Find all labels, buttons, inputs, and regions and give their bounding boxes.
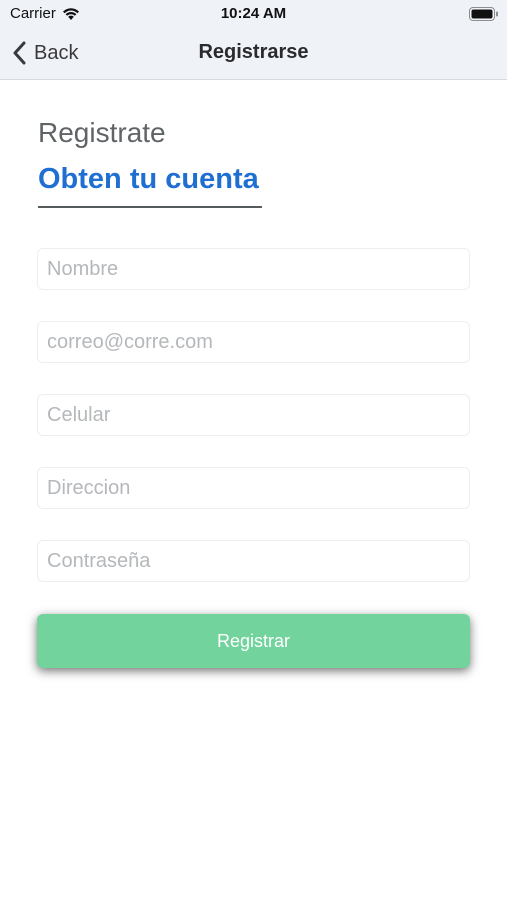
- name-field[interactable]: [37, 248, 470, 290]
- nav-title: Registrarse: [198, 41, 309, 63]
- form-title: Obten tu cuenta: [38, 163, 259, 195]
- status-bar: Carrier 10:24 AM: [0, 0, 507, 28]
- title-underline: [38, 206, 262, 208]
- email-field[interactable]: [37, 321, 470, 363]
- address-field[interactable]: [37, 467, 470, 509]
- form-subtitle: Registrate: [38, 117, 166, 148]
- password-field[interactable]: [37, 540, 470, 582]
- phone-field[interactable]: [37, 394, 470, 436]
- navigation-bar: Back Registrarse: [0, 28, 507, 80]
- battery-icon: [469, 7, 498, 21]
- status-time: 10:24 AM: [220, 5, 287, 22]
- register-button[interactable]: Registrar: [37, 614, 470, 668]
